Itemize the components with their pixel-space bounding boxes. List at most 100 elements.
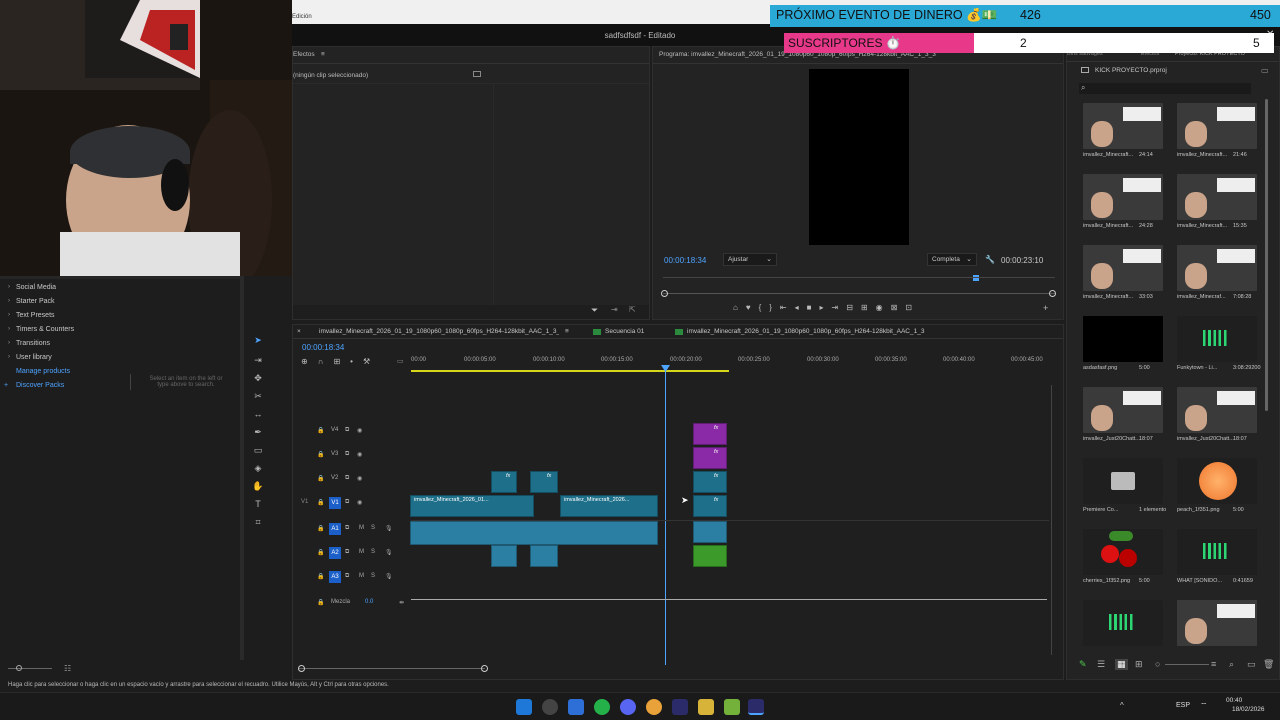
sync-icon[interactable]: ⧉	[345, 549, 349, 556]
audio-clip[interactable]	[410, 521, 658, 545]
sync-icon[interactable]: ⧉	[345, 573, 349, 580]
timeline-tab-1[interactable]: Secuencia 01	[605, 328, 644, 335]
fit-dropdown[interactable]: Ajustar ⌄	[723, 253, 777, 266]
pen-icon[interactable]: ✎	[1079, 659, 1087, 670]
app-icon[interactable]	[568, 699, 584, 715]
project-item-thumbnail[interactable]	[1177, 103, 1257, 149]
audio-clip[interactable]	[491, 545, 517, 567]
chrome-icon[interactable]	[646, 699, 662, 715]
file-explorer-icon[interactable]	[698, 699, 714, 715]
panel-expand-icon[interactable]	[473, 71, 481, 77]
timeline-clip[interactable]: fx	[693, 495, 727, 517]
razor-icon[interactable]: ✂	[252, 390, 264, 402]
whatsapp-icon[interactable]	[594, 699, 610, 715]
effects-item-text-presets[interactable]: › Text Presets	[8, 312, 55, 319]
project-item-thumbnail[interactable]	[1177, 529, 1257, 575]
track-header-v4[interactable]: 🔒 V4 ⧉ ◉	[293, 427, 411, 445]
timeline-clip[interactable]: fx	[491, 471, 517, 493]
wrench-icon[interactable]: 🔧	[985, 255, 995, 264]
windows-start-icon[interactable]	[516, 699, 532, 715]
mix-value[interactable]: 0.0	[365, 599, 373, 605]
lock-icon[interactable]: 🔒	[317, 549, 324, 556]
program-scrubber[interactable]	[663, 293, 1055, 294]
audio-clip[interactable]	[530, 545, 558, 567]
chevron-up-icon[interactable]: ^	[1120, 701, 1124, 710]
slip-icon[interactable]: ↔	[252, 408, 264, 420]
list-view-icon[interactable]: ☰	[1097, 659, 1105, 670]
icon-view-icon[interactable]: ▦	[1115, 659, 1128, 670]
app-icon[interactable]	[724, 699, 740, 715]
project-search[interactable]	[1079, 83, 1251, 94]
app-icon[interactable]	[542, 699, 558, 715]
eye-icon[interactable]: ◉	[357, 499, 362, 506]
wifi-icon[interactable]: ⌔	[1200, 701, 1208, 711]
export-icon[interactable]: ⇥	[611, 305, 618, 314]
timeline-close-icon[interactable]: ×	[297, 328, 301, 335]
lock-icon[interactable]: 🔒	[317, 499, 324, 506]
captions-icon[interactable]: ▭	[397, 357, 404, 365]
timeline-tool-buttons[interactable]: ⊕∩⊞•⚒	[301, 357, 380, 366]
lock-icon[interactable]: 🔒	[317, 475, 324, 482]
timeline-clip[interactable]: fx	[693, 447, 727, 469]
project-item-thumbnail[interactable]	[1083, 600, 1163, 646]
timeline-hscroll[interactable]	[299, 668, 485, 669]
project-item-thumbnail[interactable]	[1083, 174, 1163, 220]
lock-icon[interactable]: 🔒	[317, 573, 324, 580]
work-area-bar[interactable]	[411, 370, 729, 372]
project-item-thumbnail[interactable]	[1083, 245, 1163, 291]
track-header-v1[interactable]: V1 🔒 V1 ⧉ ◉	[293, 497, 411, 517]
timeline-clip[interactable]: fx	[693, 471, 727, 493]
timeline-tab-0[interactable]: imvallez_Minecraft_2026_01_19_1080p60_10…	[319, 328, 559, 335]
playhead[interactable]	[665, 365, 666, 665]
track-header-v2[interactable]: 🔒 V2 ⧉ ◉	[293, 475, 411, 493]
effects-item-timers[interactable]: › Timers & Counters	[8, 326, 74, 333]
freeform-view-icon[interactable]: ⊞	[1135, 659, 1143, 670]
microphone-icon[interactable]: 🎙	[385, 549, 393, 556]
timeline-timecode[interactable]: 00:00:18:34	[302, 343, 344, 352]
transport-controls[interactable]: ⌂♥{}⇤◂■▸⇥⊟⊞◉⊠⊡	[733, 303, 920, 312]
hand-icon[interactable]: ✋	[252, 480, 264, 492]
rectangle-icon[interactable]: ▭	[252, 444, 264, 456]
mute-button[interactable]: M	[359, 525, 364, 531]
effects-tab[interactable]: Efectos	[293, 51, 315, 58]
automate-icon[interactable]: ⌕	[1229, 659, 1234, 670]
audio-clip[interactable]	[693, 521, 727, 543]
media-encoder-icon[interactable]	[672, 699, 688, 715]
discover-packs-link[interactable]: + Discover Packs	[4, 382, 64, 389]
sort-icon[interactable]: ≡	[1211, 659, 1216, 669]
effects-item-user-library[interactable]: › User library	[8, 354, 52, 361]
zoom-slider-handle[interactable]	[16, 665, 22, 671]
clock-date[interactable]: 18/02/2026	[1232, 706, 1265, 713]
pen-icon[interactable]: ✒	[252, 426, 264, 438]
new-bin-icon[interactable]: ▭	[1261, 66, 1269, 75]
mix-track-header[interactable]: 🔒 Mezcla 0.0 ⇹	[293, 599, 411, 617]
sync-icon[interactable]: ⧉	[345, 499, 349, 506]
effects-item-transitions[interactable]: › Transitions	[8, 340, 50, 347]
lock-icon[interactable]: 🔒	[317, 451, 324, 458]
project-item-thumbnail[interactable]	[1083, 316, 1163, 362]
sync-icon[interactable]: ⧉	[345, 451, 349, 458]
project-item-thumbnail[interactable]	[1177, 174, 1257, 220]
microphone-icon[interactable]: 🎙	[385, 525, 393, 532]
project-item-thumbnail[interactable]	[1083, 387, 1163, 433]
microphone-icon[interactable]: 🎙	[385, 573, 393, 580]
lock-icon[interactable]: 🔒	[317, 427, 324, 434]
lock-icon[interactable]: 🔒	[317, 599, 324, 606]
timeline-tab-2[interactable]: imvallez_Minecraft_2026_01_19_1080p60_10…	[687, 328, 987, 335]
project-item-thumbnail[interactable]	[1083, 458, 1163, 504]
ripple-edit-icon[interactable]: ✥	[252, 372, 264, 384]
mute-button[interactable]: M	[359, 573, 364, 579]
quality-dropdown[interactable]: Completa ⌄	[927, 253, 977, 266]
program-timecode[interactable]: 00:00:18:34	[664, 256, 706, 265]
manage-products-link[interactable]: Manage products	[16, 368, 70, 375]
add-button-icon[interactable]: +	[1043, 303, 1048, 313]
audio-clip[interactable]	[693, 545, 727, 567]
solo-button[interactable]: S	[371, 549, 375, 555]
eye-icon[interactable]: ◉	[357, 427, 362, 434]
track-select-icon[interactable]: ⇥	[252, 354, 264, 366]
solo-button[interactable]: S	[371, 525, 375, 531]
discord-icon[interactable]	[620, 699, 636, 715]
panel-menu-icon[interactable]: ≡	[321, 51, 325, 58]
sync-icon[interactable]: ⧉	[345, 525, 349, 532]
project-item-thumbnail[interactable]	[1083, 529, 1163, 575]
